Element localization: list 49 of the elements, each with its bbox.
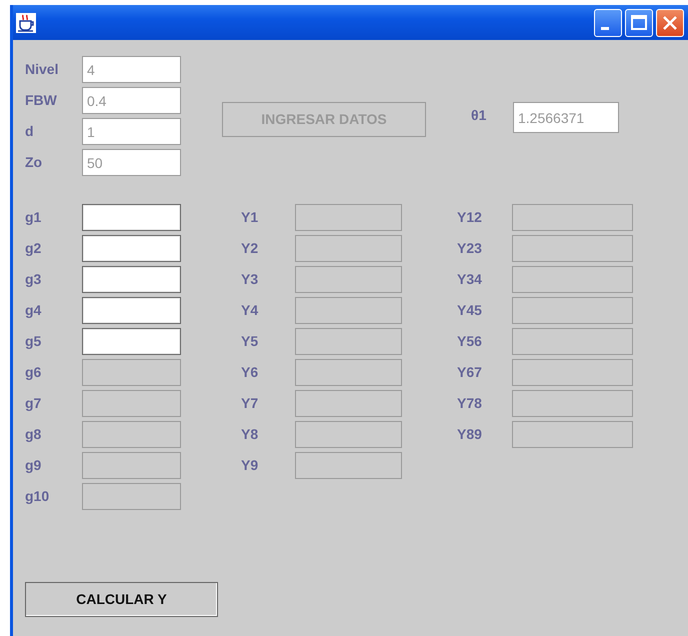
g-label: g6	[25, 363, 42, 382]
y-label: Y9	[241, 456, 260, 475]
g-label: g5	[25, 332, 42, 351]
g-label: g1	[25, 208, 42, 227]
y-label: Y7	[241, 394, 260, 413]
close-button[interactable]	[656, 8, 684, 36]
g-field[interactable]	[82, 297, 181, 324]
y-label: Y78	[457, 394, 483, 413]
g-field[interactable]	[82, 266, 181, 293]
y-label: Y23	[457, 239, 483, 258]
g-label: g3	[25, 270, 42, 289]
coffee-cup-icon	[15, 12, 37, 34]
parameter-field[interactable]: 50	[82, 149, 181, 176]
minimize-icon	[601, 26, 609, 30]
parameter-field[interactable]: 1	[82, 118, 181, 145]
g-label: g7	[25, 394, 42, 413]
g-field[interactable]	[82, 204, 181, 231]
parameter-label: Zo	[25, 153, 44, 172]
parameter-field[interactable]: 4	[82, 56, 181, 83]
minimize-button[interactable]	[594, 8, 622, 36]
theta-field[interactable]: 1.2566371	[513, 102, 619, 133]
parameter-label: Nivel	[25, 60, 60, 79]
y-label: Y56	[457, 332, 483, 351]
y-label: Y3	[241, 270, 260, 289]
g-label: g9	[25, 456, 42, 475]
g-label: g2	[25, 239, 42, 258]
parameter-label: FBW	[25, 91, 58, 110]
y-label: Y5	[241, 332, 260, 351]
y-label: Y12	[457, 208, 483, 227]
maximize-icon	[629, 12, 649, 32]
g-field[interactable]	[82, 235, 181, 262]
y-label: Y6	[241, 363, 260, 382]
theta-label: θ1	[471, 106, 488, 125]
y-label: Y34	[457, 270, 483, 289]
g-label: g10	[25, 487, 50, 506]
y-label: Y89	[457, 425, 483, 444]
y-label: Y1	[241, 208, 260, 227]
y-label: Y45	[457, 301, 483, 320]
y-label: Y8	[241, 425, 260, 444]
parameter-label: d	[25, 122, 35, 141]
calcular-button[interactable]: CALCULAR Y	[25, 582, 218, 617]
y-label: Y67	[457, 363, 483, 382]
g-label: g4	[25, 301, 42, 320]
maximize-button[interactable]	[625, 8, 653, 36]
parameter-field[interactable]: 0.4	[82, 87, 181, 114]
y-label: Y4	[241, 301, 260, 320]
g-field[interactable]	[82, 328, 181, 355]
g-label: g8	[25, 425, 42, 444]
y-label: Y2	[241, 239, 260, 258]
